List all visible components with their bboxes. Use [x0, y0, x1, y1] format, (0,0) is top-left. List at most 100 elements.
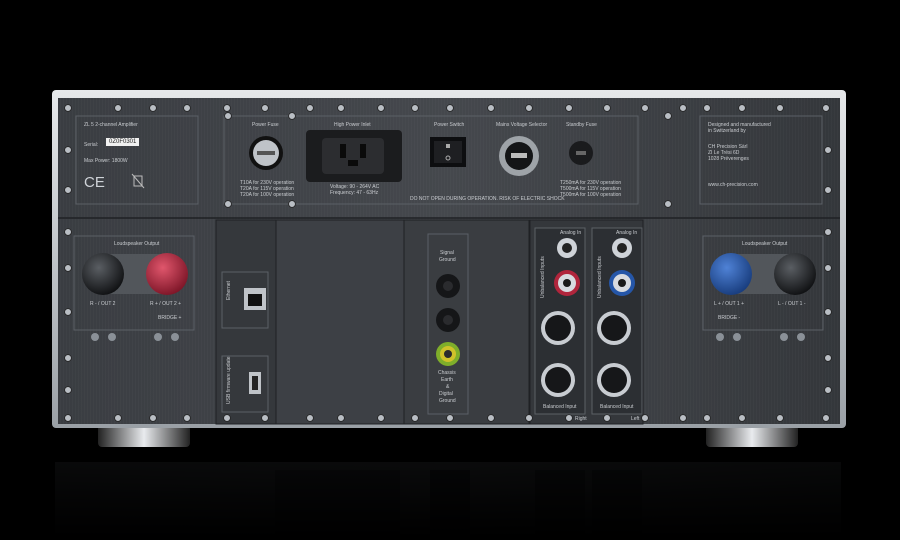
screw: [306, 414, 314, 422]
screw: [337, 104, 345, 112]
bridge-minus-label: BRIDGE -: [718, 315, 741, 321]
model-name: ZL 5 2-channel Amplifier: [84, 122, 138, 128]
mains-voltage-selector[interactable]: [499, 136, 539, 176]
screw: [776, 104, 784, 112]
screw: [824, 146, 832, 154]
screw: [261, 104, 269, 112]
screw: [64, 354, 72, 362]
signal-ground-line-1: Signal: [440, 250, 454, 256]
screw: [679, 104, 687, 112]
maker-line-2: in Switzerland by: [708, 128, 746, 134]
l-neg-label: L - / OUT 1 -: [778, 301, 806, 307]
chassis-line-5: Ground: [439, 398, 456, 404]
screw: [224, 112, 232, 120]
balanced-left: Balanced Input: [600, 404, 634, 410]
screw: [446, 104, 454, 112]
screw: [224, 200, 232, 208]
screw: [822, 104, 830, 112]
screw: [824, 386, 832, 394]
chassis-line-3: &: [446, 384, 450, 390]
screw: [64, 186, 72, 194]
max-power: Max Power: 1800W: [84, 158, 128, 164]
screw: [565, 414, 573, 422]
screw: [824, 308, 832, 316]
xlr-input-left-2[interactable]: [597, 363, 631, 397]
screw: [641, 414, 649, 422]
screw: [64, 386, 72, 394]
standby-fuse-holder[interactable]: [569, 141, 593, 165]
signal-ground-jack-1[interactable]: [436, 274, 460, 298]
xlr-input-right-2[interactable]: [541, 363, 575, 397]
unbalanced-right: Unbalanced Inputs: [540, 256, 546, 298]
screw: [288, 200, 296, 208]
right-foot: [706, 425, 798, 447]
analog-in-left: Analog In: [616, 230, 638, 236]
xlr-input-right-1[interactable]: [541, 311, 575, 345]
standby-rating-3: T500mA for 100V operation: [560, 192, 622, 198]
screw: [149, 104, 157, 112]
standby-fuse-label: Standby Fuse: [566, 122, 597, 128]
amplifier-rear-panel-photo: CE: [52, 90, 846, 540]
screw: [223, 104, 231, 112]
r-neg-label: R - / OUT 2: [90, 301, 116, 307]
fuse-rating-3: T20A for 100V operation: [240, 192, 295, 198]
weee-bin-icon: [131, 173, 145, 189]
inlet-frequency: Frequency: 47 - 63Hz: [330, 190, 379, 196]
screw: [487, 104, 495, 112]
l-pos-label: L + / OUT 1 +: [714, 301, 745, 307]
chassis-line-1: Chassis: [438, 370, 456, 376]
screw: [114, 104, 122, 112]
screw: [641, 104, 649, 112]
xlr-input-left-1[interactable]: [597, 311, 631, 345]
screw: [824, 228, 832, 236]
chassis-ground-jack[interactable]: [436, 342, 460, 366]
right-output-terminals: [710, 253, 816, 295]
screw: [446, 414, 454, 422]
screw: [703, 104, 711, 112]
left-foot: [98, 425, 190, 447]
binding-post-r-neg[interactable]: [82, 253, 124, 295]
mains-voltage-label: Mains Voltage Selector: [496, 122, 548, 128]
ethernet-port[interactable]: [244, 288, 266, 310]
screw: [679, 414, 687, 422]
high-power-inlet[interactable]: [306, 130, 402, 182]
screw: [64, 104, 72, 112]
screw: [525, 414, 533, 422]
binding-post-l-neg[interactable]: [774, 253, 816, 295]
screw: [183, 104, 191, 112]
bridge-plus-label: BRIDGE +: [158, 315, 182, 321]
usb-label: USB firmware update: [226, 356, 232, 404]
unbalanced-left: Unbalanced Inputs: [597, 256, 603, 298]
screw: [525, 104, 533, 112]
usb-port[interactable]: [249, 372, 261, 394]
balanced-right: Balanced Input: [543, 404, 577, 410]
screw: [64, 308, 72, 316]
screw: [377, 414, 385, 422]
chassis-line-4: Digital: [439, 391, 453, 397]
screw: [183, 414, 191, 422]
screw: [822, 414, 830, 422]
power-switch[interactable]: [430, 137, 466, 167]
signal-ground-jack-2[interactable]: [436, 308, 460, 332]
screw: [603, 104, 611, 112]
screw: [64, 264, 72, 272]
left-output-terminals: [82, 253, 188, 295]
serial-number: 0Z0F0301: [106, 138, 140, 146]
r-pos-label: R + / OUT 2 +: [150, 301, 182, 307]
screw: [603, 414, 611, 422]
screw: [223, 414, 231, 422]
screw: [377, 104, 385, 112]
screw: [306, 104, 314, 112]
ethernet-label: Ethernet: [226, 281, 232, 300]
screw: [64, 228, 72, 236]
screw: [114, 414, 122, 422]
power-fuse-holder[interactable]: [249, 136, 283, 170]
binding-post-l-pos[interactable]: [710, 253, 752, 295]
screw: [487, 414, 495, 422]
binding-post-r-pos[interactable]: [146, 253, 188, 295]
power-fuse-label: Power Fuse: [252, 122, 279, 128]
left-output-title: Loudspeaker Output: [114, 241, 160, 247]
screw: [337, 414, 345, 422]
screw: [824, 186, 832, 194]
left-channel-label: Left: [631, 416, 640, 422]
